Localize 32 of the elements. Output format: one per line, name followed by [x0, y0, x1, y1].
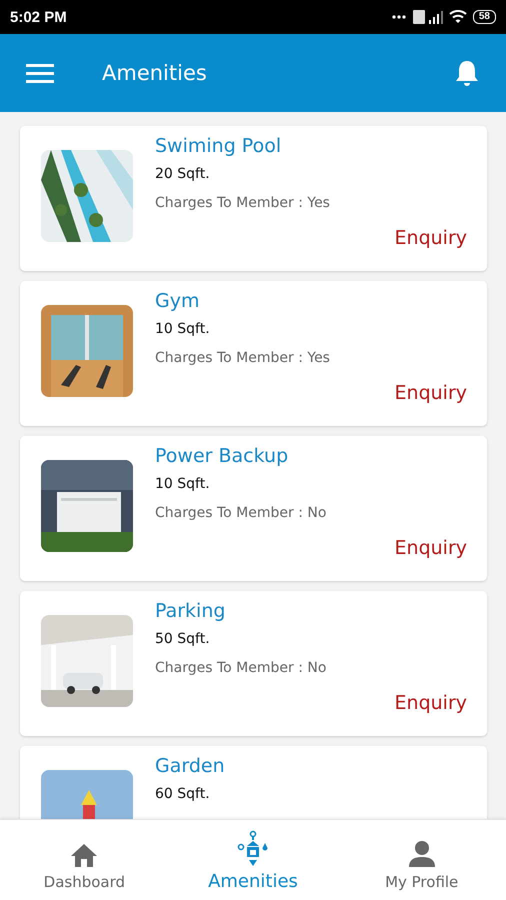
person-icon [408, 840, 435, 868]
enquiry-link[interactable]: Enquiry [394, 690, 467, 716]
status-time: 5:02 PM [10, 8, 67, 26]
member-charges: Charges To Member : Yes [155, 349, 331, 368]
amenity-name: Swiming Pool [155, 134, 282, 159]
amenity-area: 10 Sqft. [155, 319, 467, 339]
enquiry-link[interactable]: Enquiry [394, 380, 467, 406]
home-icon [70, 842, 98, 868]
battery-indicator: 58 [472, 10, 496, 24]
bell-icon[interactable] [454, 59, 480, 87]
amenity-name: Power Backup [155, 444, 290, 469]
amenity-name: Garden [155, 754, 226, 779]
menu-icon[interactable] [26, 62, 54, 84]
enquiry-link[interactable]: Enquiry [394, 535, 467, 561]
enquiry-link[interactable]: Enquiry [394, 225, 467, 251]
more-icon [390, 14, 407, 20]
member-charges: Charges To Member : No [155, 659, 328, 678]
amenity-name: Gym [155, 289, 200, 314]
amenity-area: 20 Sqft. [155, 164, 467, 184]
wifi-icon [448, 10, 467, 24]
amenities-icon [237, 830, 269, 868]
member-charges: Charges To Member : No [155, 504, 328, 523]
signal-icon [412, 10, 443, 24]
member-charges: Charges To Member : Yes [155, 194, 331, 213]
amenity-area: 50 Sqft. [155, 629, 467, 649]
nav-tab[interactable]: My Profile [337, 820, 506, 900]
nav-tab[interactable]: Dashboard [0, 820, 169, 900]
amenity-area: 60 Sqft. [155, 784, 467, 804]
amenity-name: Parking [155, 599, 226, 624]
nav-tab[interactable]: Amenities [168, 820, 338, 900]
screen-title: Amenities [102, 61, 208, 85]
amenity-area: 10 Sqft. [155, 474, 467, 494]
